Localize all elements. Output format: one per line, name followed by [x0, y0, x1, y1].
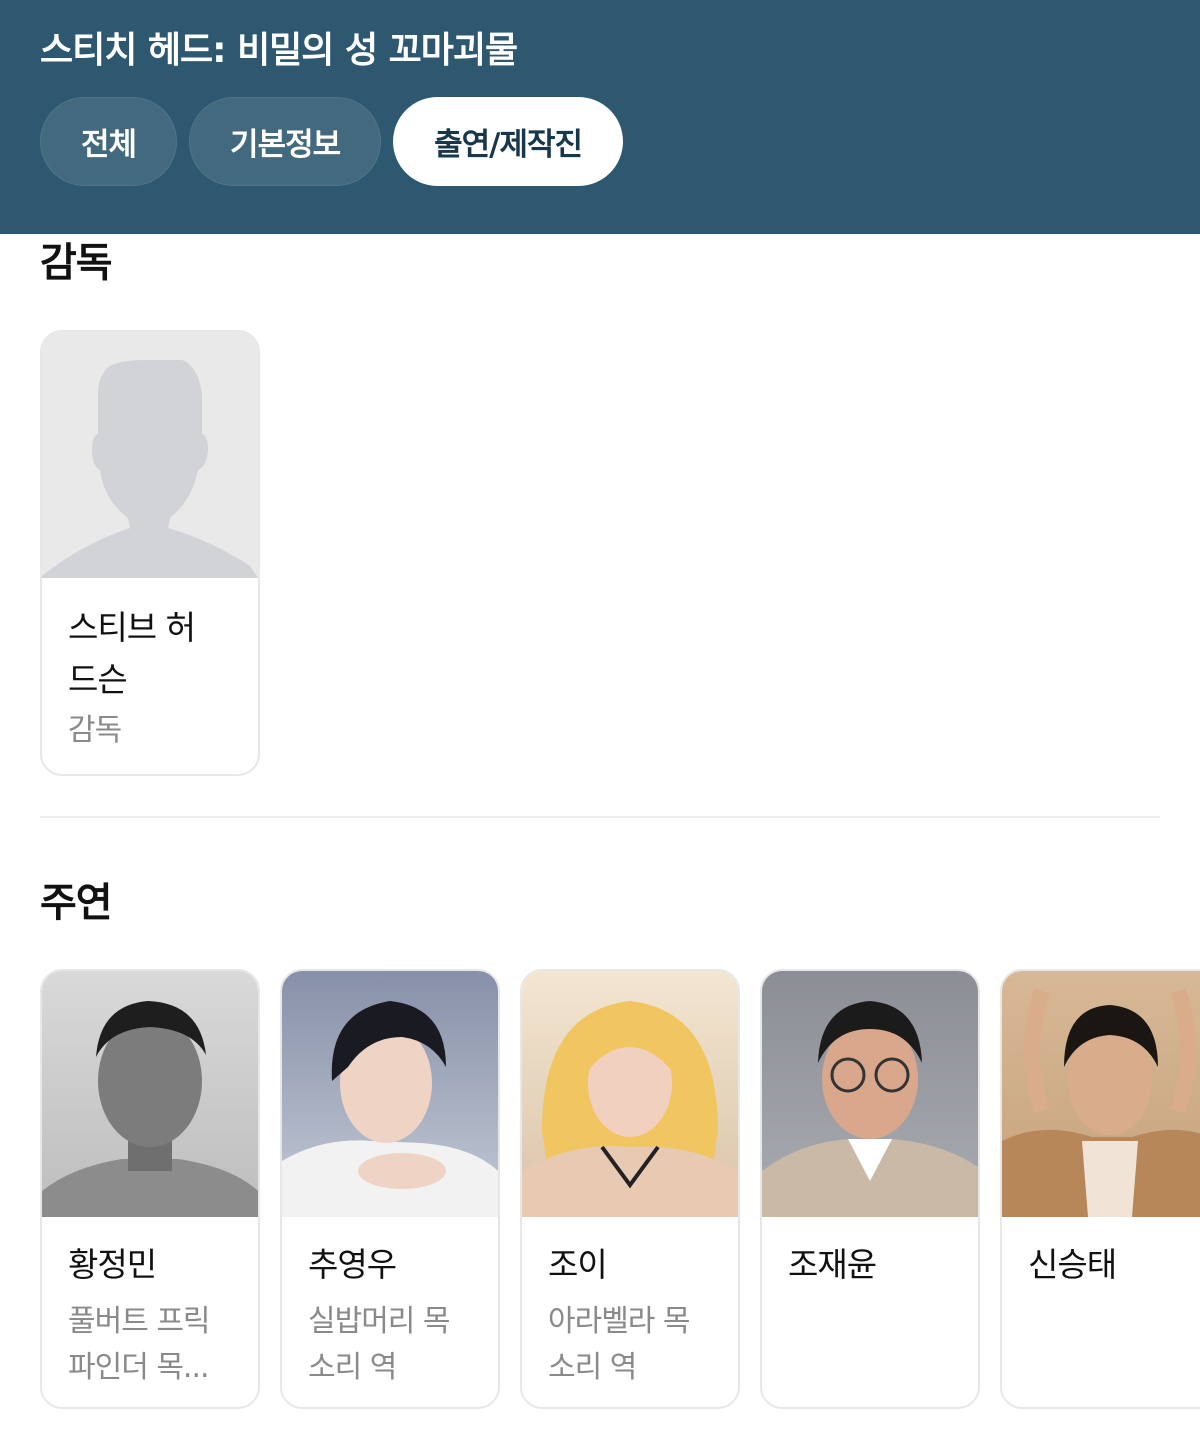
person-photo — [522, 971, 738, 1217]
page-title: 스티치 헤드: 비밀의 성 꼬마괴물 — [40, 30, 518, 71]
tab-all[interactable]: 전체 — [40, 97, 178, 186]
person-role-cont: 파인더 목... — [68, 1350, 210, 1385]
section-divider — [40, 816, 1160, 818]
person-name: 신승태 — [1028, 1245, 1117, 1284]
person-card-cast-5[interactable]: 신승태 — [1000, 969, 1200, 1409]
tab-basic-info[interactable]: 기본정보 — [189, 97, 382, 186]
person-name: 황정민 — [68, 1245, 157, 1284]
person-photo — [282, 971, 498, 1217]
person-photo — [42, 971, 258, 1217]
person-card-director[interactable]: 스티브 허 드슨 감독 — [40, 330, 260, 776]
person-role: 아라벨라 목 — [548, 1304, 691, 1339]
person-name: 조재윤 — [788, 1245, 877, 1284]
section-title-cast: 주연 — [40, 880, 113, 926]
person-name-cont: 드슨 — [68, 660, 128, 699]
tab-bar: 전체 기본정보 출연/제작진 — [40, 97, 624, 186]
person-photo — [762, 971, 978, 1217]
person-role-cont: 소리 역 — [548, 1350, 637, 1385]
person-photo — [1002, 971, 1200, 1217]
person-card-cast-3[interactable]: 조이 아라벨라 목 소리 역 — [520, 969, 740, 1409]
person-role-cont: 소리 역 — [308, 1350, 397, 1385]
person-name: 조이 — [548, 1245, 608, 1284]
default-avatar-icon — [42, 332, 258, 578]
person-card-cast-4[interactable]: 조재윤 — [760, 969, 980, 1409]
person-card-cast-1[interactable]: 황정민 풀버트 프릭 파인더 목... — [40, 969, 260, 1409]
person-name: 스티브 허 — [68, 608, 196, 647]
top-header: 스티치 헤드: 비밀의 성 꼬마괴물 전체 기본정보 출연/제작진 — [0, 0, 1200, 234]
person-role: 실밥머리 목 — [308, 1304, 451, 1339]
person-card-cast-2[interactable]: 추영우 실밥머리 목 소리 역 — [280, 969, 500, 1409]
tab-cast-crew[interactable]: 출연/제작진 — [393, 97, 624, 186]
person-role: 풀버트 프릭 — [68, 1304, 211, 1339]
section-title-director: 감독 — [40, 240, 113, 286]
person-name: 추영우 — [308, 1245, 397, 1284]
person-role: 감독 — [68, 713, 122, 748]
